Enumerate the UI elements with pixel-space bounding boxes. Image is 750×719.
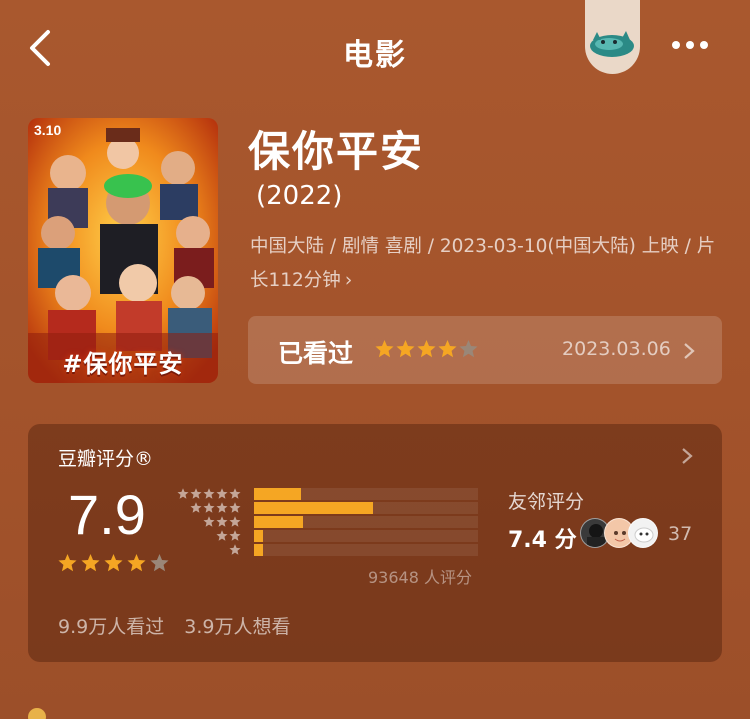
star-icon xyxy=(438,340,457,358)
douban-rating-panel[interactable]: 豆瓣评分® 7.9 93648 人评分 友邻评分 7.4 分 37 9.9万人看… xyxy=(28,424,722,662)
star-icon xyxy=(417,340,436,358)
distribution-track xyxy=(254,488,478,500)
distribution-row-2-star xyxy=(178,530,478,542)
distribution-track xyxy=(254,516,478,528)
poster-date-text: 3.10 xyxy=(34,122,62,138)
movie-title: 保你平安 xyxy=(248,127,425,176)
movie-meta-info[interactable]: 中国大陆 / 剧情 喜剧 / 2023-03-10(中国大陆) 上映 / 片长1… xyxy=(250,230,720,298)
cat-avatar-icon xyxy=(590,31,634,57)
distribution-row-5-star xyxy=(177,488,478,500)
star-icon xyxy=(229,530,241,541)
distribution-stars-icon xyxy=(216,530,241,541)
star-icon xyxy=(216,530,228,541)
rating-distribution xyxy=(177,488,478,566)
distribution-stars-icon xyxy=(229,544,241,555)
star-icon xyxy=(375,340,394,358)
chevron-right-icon xyxy=(682,448,693,464)
star-icon xyxy=(203,502,215,513)
distribution-stars-icon xyxy=(177,488,241,499)
distribution-track xyxy=(254,502,478,514)
star-icon xyxy=(190,502,202,513)
movie-year: (2022) xyxy=(256,181,343,211)
star-icon xyxy=(203,488,215,499)
star-icon xyxy=(216,516,228,527)
distribution-row-1-star xyxy=(178,544,478,556)
distribution-bar xyxy=(254,544,263,556)
star-icon xyxy=(229,502,241,513)
star-icon xyxy=(459,340,478,358)
distribution-stars-icon xyxy=(203,516,241,527)
star-icon xyxy=(216,502,228,513)
rating-count: 93648 人评分 xyxy=(368,568,472,587)
movie-detail-screen: 电影 3.10 #保你平安 保你平安 (2022) 中国大陆 / 剧情 喜剧 /… xyxy=(0,0,750,719)
chevron-right-icon: › xyxy=(344,270,353,291)
user-rating-stars xyxy=(375,340,478,358)
rating-panel-title: 豆瓣评分® xyxy=(58,448,154,470)
star-icon xyxy=(229,516,241,527)
friend-avatar xyxy=(628,518,658,548)
watched-date: 2023.03.06 xyxy=(562,338,671,360)
star-icon xyxy=(190,488,202,499)
rating-score: 7.9 xyxy=(68,483,146,546)
section-indicator-dot xyxy=(28,708,46,719)
star-icon xyxy=(229,488,241,499)
friends-rating-score: 7.4 分 xyxy=(508,528,577,553)
distribution-track xyxy=(254,530,478,542)
star-icon xyxy=(104,554,123,572)
more-dot-icon xyxy=(672,41,680,49)
want-count: 3.9万人想看 xyxy=(184,616,291,638)
star-icon xyxy=(127,554,146,572)
star-icon xyxy=(58,554,77,572)
rating-score-stars xyxy=(58,554,169,572)
watched-status-card[interactable]: 已看过 2023.03.06 xyxy=(248,316,722,384)
more-button[interactable] xyxy=(672,34,716,60)
distribution-row-3-star xyxy=(178,516,478,528)
distribution-track xyxy=(254,544,478,556)
more-dot-icon xyxy=(686,41,694,49)
distribution-bar xyxy=(254,488,302,500)
star-icon xyxy=(177,488,189,499)
poster-title-text: #保你平安 xyxy=(62,350,184,378)
friends-rating-title: 友邻评分 xyxy=(508,491,585,513)
movie-poster[interactable]: 3.10 #保你平安 xyxy=(28,118,218,383)
star-icon xyxy=(396,340,415,358)
distribution-stars-icon xyxy=(190,502,241,513)
top-nav-bar: 电影 xyxy=(0,0,750,100)
chevron-right-icon xyxy=(684,343,695,359)
watch-stats: 9.9万人看过 3.9万人想看 xyxy=(58,612,304,639)
star-icon xyxy=(203,516,215,527)
star-icon xyxy=(216,488,228,499)
friends-count: 37 xyxy=(668,523,693,545)
star-icon xyxy=(229,544,241,555)
watched-count: 9.9万人看过 xyxy=(58,616,165,638)
friend-avatars[interactable] xyxy=(580,518,660,550)
distribution-bar xyxy=(254,530,263,542)
watched-label: 已看过 xyxy=(278,339,354,368)
star-icon xyxy=(150,554,169,572)
distribution-bar xyxy=(254,502,373,514)
distribution-bar xyxy=(254,516,304,528)
star-icon xyxy=(81,554,100,572)
movie-meta-text: 中国大陆 / 剧情 喜剧 / 2023-03-10(中国大陆) 上映 / 片长1… xyxy=(250,236,716,291)
user-avatar-tab[interactable] xyxy=(585,0,640,74)
more-dot-icon xyxy=(700,41,708,49)
distribution-row-4-star xyxy=(178,502,478,514)
